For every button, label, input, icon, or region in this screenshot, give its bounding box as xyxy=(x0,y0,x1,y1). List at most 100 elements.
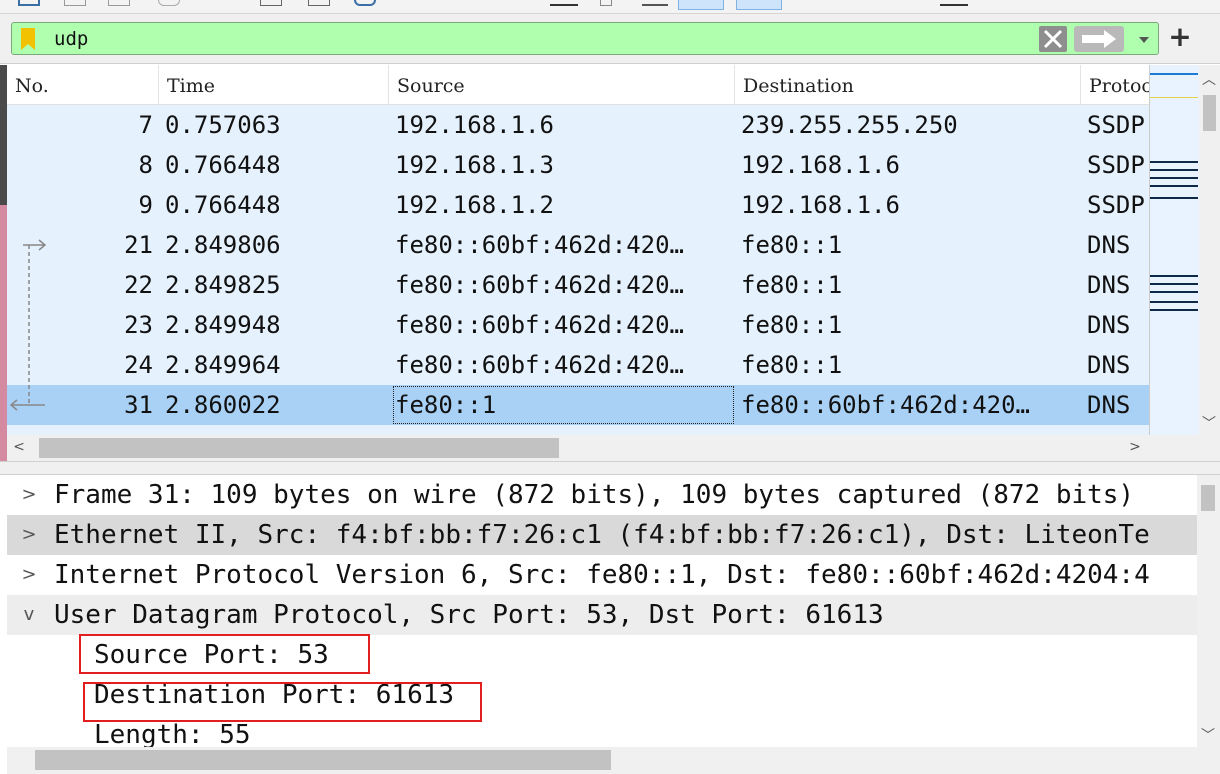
packet-protocol: SSDP xyxy=(1087,191,1145,219)
tree-item-frame[interactable]: > Frame 31: 109 bytes on wire (872 bits)… xyxy=(7,475,1197,515)
packet-time: 0.766448 xyxy=(165,191,281,219)
bookmark-icon[interactable] xyxy=(19,28,37,50)
packet-time: 2.860022 xyxy=(165,391,281,419)
close-icon xyxy=(1043,29,1063,49)
packet-details-pane: > Frame 31: 109 bytes on wire (872 bits)… xyxy=(0,475,1220,774)
packet-protocol: DNS xyxy=(1087,271,1131,299)
packet-row-selected[interactable]: 31 2.860022 fe80::1 fe80::60bf:462d:420…… xyxy=(7,385,1149,425)
packet-row[interactable]: 9 0.766448 192.168.1.2 192.168.1.6 SSDP xyxy=(7,185,1149,225)
packet-destination: fe80::1 xyxy=(741,311,843,339)
collapse-arrow-icon[interactable]: v xyxy=(17,595,41,635)
packet-protocol: DNS xyxy=(1087,311,1131,339)
clear-filter-button[interactable] xyxy=(1039,26,1067,52)
packet-row[interactable]: 8 0.766448 192.168.1.3 192.168.1.6 SSDP xyxy=(7,145,1149,185)
column-header-source[interactable]: Source xyxy=(389,65,735,105)
packet-source: fe80::60bf:462d:420… xyxy=(395,231,684,259)
packet-list-horizontal-scrollbar[interactable]: < > xyxy=(7,435,1149,461)
expand-arrow-icon[interactable]: > xyxy=(17,515,41,555)
packet-time: 2.849948 xyxy=(165,311,281,339)
scroll-right-icon[interactable]: > xyxy=(1125,439,1145,455)
add-filter-button[interactable]: + xyxy=(1166,23,1194,52)
column-header-destination[interactable]: Destination xyxy=(735,65,1081,105)
scroll-corner xyxy=(1197,747,1220,774)
packet-destination: 239.255.255.250 xyxy=(741,111,958,139)
packet-minimap[interactable] xyxy=(1149,65,1199,435)
conversation-bracket-line xyxy=(28,245,30,405)
main-toolbar xyxy=(0,0,1220,14)
display-filter-input[interactable]: udp xyxy=(11,22,1159,55)
toolbar-icon[interactable] xyxy=(642,0,668,6)
toolbar-icon[interactable] xyxy=(18,0,40,6)
details-horizontal-scrollbar[interactable] xyxy=(7,747,1197,774)
packet-no: 8 xyxy=(138,151,153,179)
packet-row-partial[interactable] xyxy=(7,425,1149,435)
chevron-down-icon xyxy=(1139,37,1149,43)
packet-protocol: SSDP xyxy=(1087,151,1145,179)
pane-splitter[interactable] xyxy=(0,461,1220,475)
toolbar-icon[interactable] xyxy=(260,0,282,6)
scroll-thumb[interactable] xyxy=(39,438,559,458)
scroll-thumb[interactable] xyxy=(1201,485,1215,511)
scroll-down-icon[interactable]: ﹀ xyxy=(1198,725,1218,745)
toolbar-icon[interactable] xyxy=(308,0,330,6)
packet-list-vertical-scrollbar[interactable]: ︿ ﹀ xyxy=(1199,65,1220,435)
toolbar-icon[interactable] xyxy=(158,0,180,6)
expand-arrow-icon[interactable]: > xyxy=(17,475,41,515)
packet-details-tree: > Frame 31: 109 bytes on wire (872 bits)… xyxy=(7,475,1197,747)
packet-destination: fe80::1 xyxy=(741,351,843,379)
packet-row[interactable]: 7 0.757063 192.168.1.6 239.255.255.250 S… xyxy=(7,105,1149,145)
tree-item-label: Ethernet II, Src: f4:bf:bb:f7:26:c1 (f4:… xyxy=(54,520,1150,550)
packet-time: 2.849806 xyxy=(165,231,281,259)
apply-filter-button[interactable] xyxy=(1074,26,1124,52)
expand-arrow-icon[interactable]: > xyxy=(17,555,41,595)
packet-list-rows: 7 0.757063 192.168.1.6 239.255.255.250 S… xyxy=(7,105,1149,435)
packet-time: 2.849964 xyxy=(165,351,281,379)
scroll-thumb[interactable] xyxy=(1203,95,1216,131)
toolbar-icon[interactable] xyxy=(354,0,376,6)
scroll-down-icon[interactable]: ﹀ xyxy=(1199,413,1219,433)
column-header-no[interactable]: No. xyxy=(7,65,159,105)
toolbar-icon[interactable] xyxy=(64,0,86,6)
packet-destination: fe80::1 xyxy=(741,271,843,299)
packet-source: fe80::60bf:462d:420… xyxy=(395,311,684,339)
packet-time: 2.849825 xyxy=(165,271,281,299)
packet-destination: fe80::1 xyxy=(741,231,843,259)
scroll-up-icon[interactable]: ︿ xyxy=(1199,69,1219,89)
column-header-protocol[interactable]: Protocol xyxy=(1081,65,1149,105)
column-header-time[interactable]: Time xyxy=(159,65,389,105)
toolbar-icon[interactable] xyxy=(940,0,968,6)
tree-item-label: Internet Protocol Version 6, Src: fe80::… xyxy=(54,560,1150,590)
packet-destination: 192.168.1.6 xyxy=(741,151,900,179)
filter-history-dropdown[interactable] xyxy=(1131,26,1157,52)
toolbar-icon[interactable] xyxy=(600,0,612,6)
packet-source: fe80::60bf:462d:420… xyxy=(395,351,684,379)
background-window-edge xyxy=(0,65,7,461)
display-filter-bar: udp + xyxy=(0,14,1220,64)
packet-time: 0.766448 xyxy=(165,151,281,179)
packet-row[interactable]: 23 2.849948 fe80::60bf:462d:420… fe80::1… xyxy=(7,305,1149,345)
packet-source: 192.168.1.6 xyxy=(395,111,554,139)
packet-protocol: SSDP xyxy=(1087,111,1145,139)
scroll-left-icon[interactable]: < xyxy=(9,439,29,455)
toolbar-icon[interactable] xyxy=(550,0,578,6)
details-vertical-scrollbar[interactable]: ﹀ xyxy=(1197,475,1220,747)
annotation-box-destination-port xyxy=(83,682,482,722)
toolbar-icon[interactable] xyxy=(108,0,130,6)
toolbar-icon[interactable] xyxy=(678,0,724,10)
toolbar-icon[interactable] xyxy=(736,0,782,10)
tree-item-ipv6[interactable]: > Internet Protocol Version 6, Src: fe80… xyxy=(7,555,1197,595)
packet-destination: fe80::60bf:462d:420… xyxy=(741,391,1030,419)
arrow-right-icon xyxy=(1082,30,1116,48)
packet-row[interactable]: 21 2.849806 fe80::60bf:462d:420… fe80::1… xyxy=(7,225,1149,265)
packet-row[interactable]: 22 2.849825 fe80::60bf:462d:420… fe80::1… xyxy=(7,265,1149,305)
tree-item-udp[interactable]: v User Datagram Protocol, Src Port: 53, … xyxy=(7,595,1197,635)
packet-row[interactable]: 24 2.849964 fe80::60bf:462d:420… fe80::1… xyxy=(7,345,1149,385)
packet-protocol: DNS xyxy=(1087,351,1131,379)
cell-focus-outline xyxy=(393,386,734,424)
scroll-thumb[interactable] xyxy=(35,750,611,770)
packet-no: 9 xyxy=(138,191,153,219)
tree-item-label: Frame 31: 109 bytes on wire (872 bits), … xyxy=(54,480,1135,510)
filter-text[interactable]: udp xyxy=(54,28,88,50)
scroll-corner xyxy=(1149,435,1220,461)
tree-item-ethernet[interactable]: > Ethernet II, Src: f4:bf:bb:f7:26:c1 (f… xyxy=(7,515,1197,555)
